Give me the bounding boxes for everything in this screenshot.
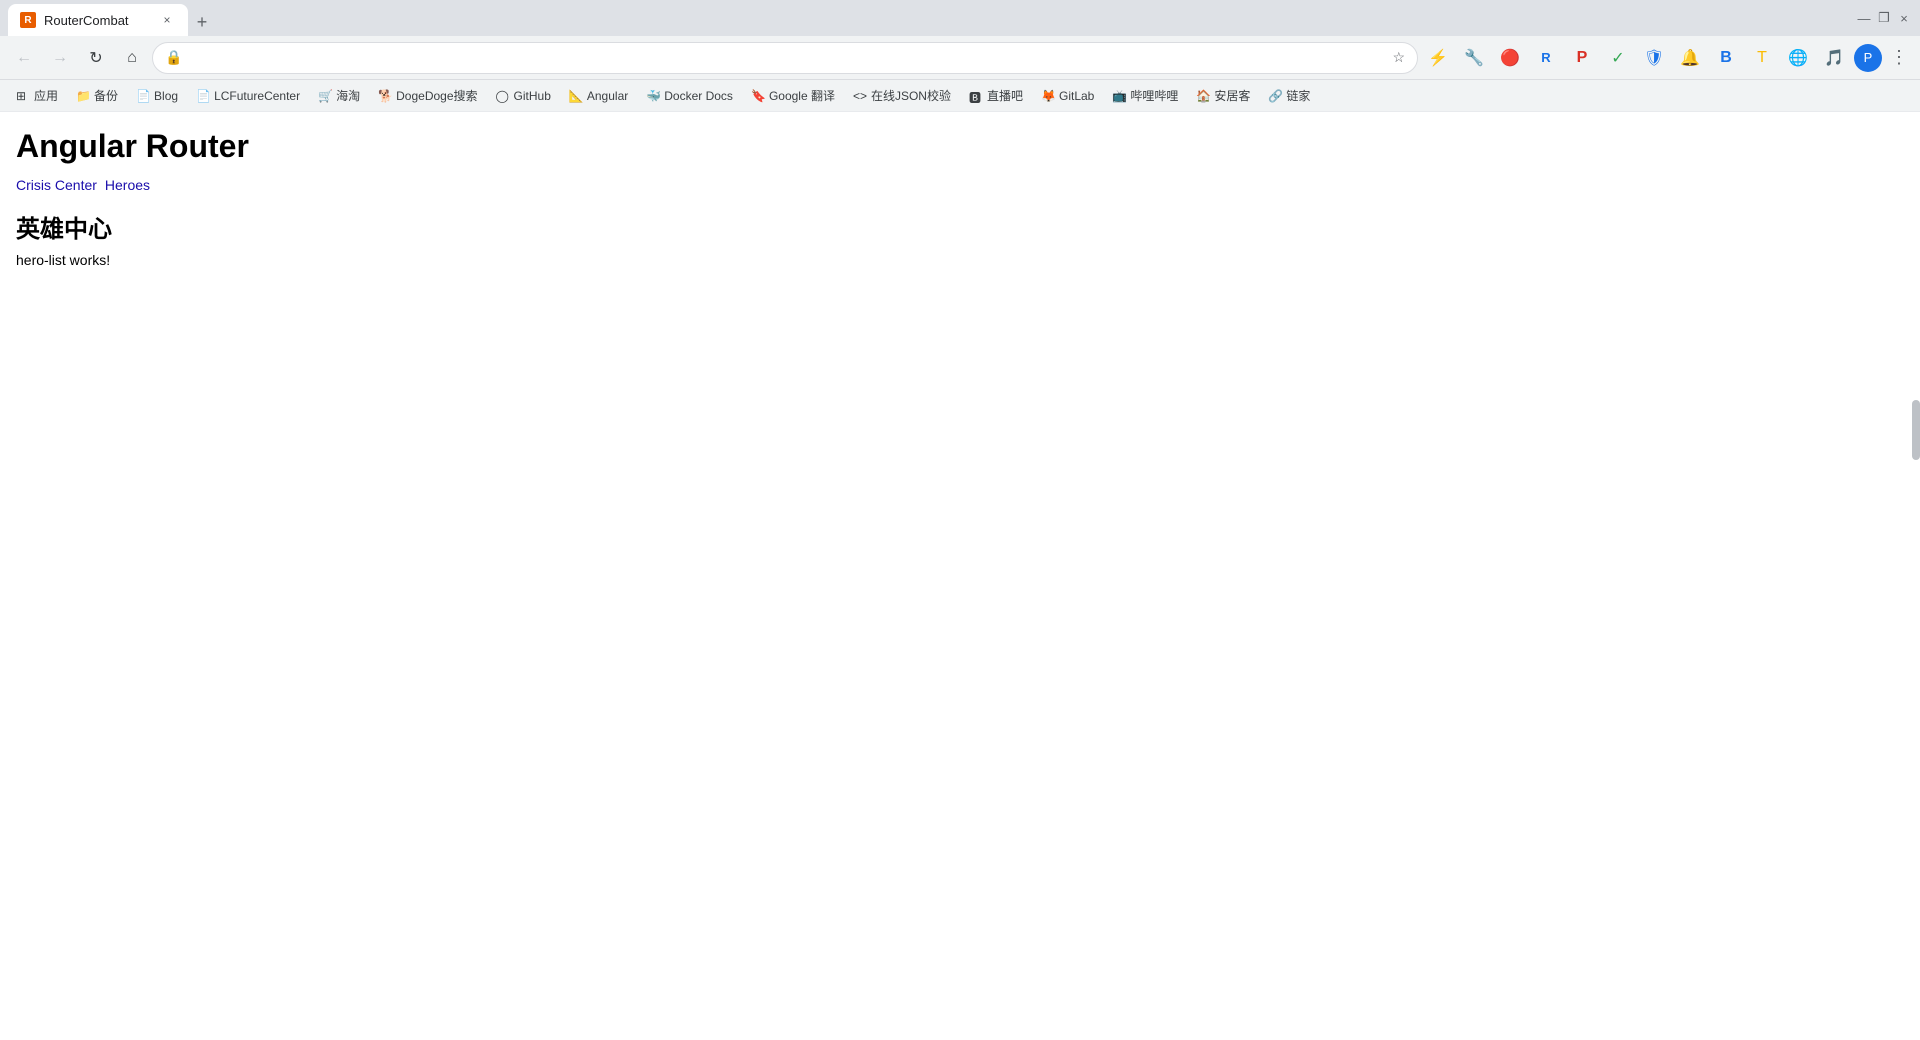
- bookmark-label: Angular: [587, 89, 628, 103]
- bookmark-apps[interactable]: ⊞ 应用: [8, 83, 66, 108]
- bookmark-bilibili[interactable]: 📺 哔哩哔哩: [1104, 83, 1186, 108]
- extension-btn9[interactable]: B: [1710, 42, 1742, 74]
- doge-icon: 🐕: [378, 89, 392, 103]
- bookmark-zhibo[interactable]: 🅱 直播吧: [961, 83, 1031, 108]
- url-input[interactable]: localhost:4200/heroes: [190, 50, 1384, 66]
- page-title: Angular Router: [16, 128, 1904, 165]
- lock-icon: 🔒: [165, 49, 182, 66]
- address-bar[interactable]: 🔒 localhost:4200/heroes ☆: [152, 42, 1418, 74]
- bookmark-label: DogeDoge搜索: [396, 87, 477, 104]
- bookmark-label: Google 翻译: [769, 87, 835, 104]
- bookmark-json[interactable]: <> 在线JSON校验: [845, 83, 959, 108]
- bookmark-label: GitLab: [1059, 89, 1094, 103]
- bookmark-label: 应用: [34, 87, 58, 104]
- bookmark-gitlab[interactable]: 🦊 GitLab: [1033, 85, 1102, 107]
- bookmark-label: 链家: [1286, 87, 1310, 104]
- back-icon: ←: [16, 49, 32, 67]
- app-nav-links: Crisis Center Heroes: [16, 177, 1904, 193]
- bookmark-angular[interactable]: 📐 Angular: [561, 85, 636, 107]
- extension-icons: ⚡ 🔧 🔴 R P ✓ 🛡 🔔 B T 🌐 🎵 P ⋮: [1422, 42, 1912, 74]
- extension-btn10[interactable]: T: [1746, 42, 1778, 74]
- bookmark-anju[interactable]: 🏠 安居客: [1188, 83, 1258, 108]
- crisis-center-link[interactable]: Crisis Center: [16, 177, 97, 193]
- translate-icon: 🔖: [751, 89, 765, 103]
- bookmark-label: Docker Docs: [664, 89, 733, 103]
- extension-btn11[interactable]: 🌐: [1782, 42, 1814, 74]
- apps-icon: ⊞: [16, 89, 30, 103]
- more-options-button[interactable]: ⋮: [1886, 43, 1912, 72]
- zhibo-icon: 🅱: [969, 89, 983, 103]
- bookmark-label: 海淘: [336, 87, 360, 104]
- bookmark-haitao[interactable]: 🛒 海淘: [310, 83, 368, 108]
- bookmark-backup[interactable]: 📁 备份: [68, 83, 126, 108]
- angular-icon: 📐: [569, 89, 583, 103]
- doc-icon2: 📄: [196, 89, 210, 103]
- forward-icon: →: [52, 49, 68, 67]
- reload-button[interactable]: ↻: [80, 42, 112, 74]
- section-title: 英雄中心: [16, 209, 1904, 244]
- minimize-button[interactable]: —: [1856, 10, 1872, 26]
- bookmark-label: GitHub: [514, 89, 551, 103]
- navigation-bar: ← → ↻ ⌂ 🔒 localhost:4200/heroes ☆ ⚡ 🔧 🔴 …: [0, 36, 1920, 80]
- browser-window: R RouterCombat × + — ❐ × ← → ↻ ⌂ 🔒 lo: [0, 0, 1920, 1040]
- gitlab-icon: 🦊: [1041, 89, 1055, 103]
- profile-letter: P: [1864, 50, 1873, 65]
- bookmark-star-icon[interactable]: ☆: [1392, 49, 1405, 66]
- new-tab-button[interactable]: +: [188, 8, 216, 36]
- anju-icon: 🏠: [1196, 89, 1210, 103]
- extension-btn6[interactable]: ✓: [1602, 42, 1634, 74]
- bilibili-icon: 📺: [1112, 89, 1126, 103]
- forward-button[interactable]: →: [44, 42, 76, 74]
- docker-icon: 🐳: [646, 89, 660, 103]
- extension-btn4[interactable]: R: [1530, 42, 1562, 74]
- component-text: hero-list works!: [16, 252, 1904, 268]
- profile-button[interactable]: P: [1854, 44, 1882, 72]
- json-icon: <>: [853, 89, 867, 103]
- bookmark-label: LCFutureCenter: [214, 89, 300, 103]
- bookmark-lcfuture[interactable]: 📄 LCFutureCenter: [188, 85, 308, 107]
- active-tab[interactable]: R RouterCombat ×: [8, 4, 188, 36]
- extension-btn12[interactable]: 🎵: [1818, 42, 1850, 74]
- bookmarks-bar: ⊞ 应用 📁 备份 📄 Blog 📄 LCFutureCenter 🛒 海淘 🐕…: [0, 80, 1920, 112]
- tab-bar: R RouterCombat × +: [8, 0, 1848, 36]
- home-button[interactable]: ⌂: [116, 42, 148, 74]
- folder-icon: 📁: [76, 89, 90, 103]
- close-button[interactable]: ×: [1896, 10, 1912, 26]
- extension-btn3[interactable]: 🔴: [1494, 42, 1526, 74]
- scrollbar[interactable]: [1912, 400, 1920, 460]
- tab-favicon: R: [20, 12, 36, 28]
- maximize-button[interactable]: ❐: [1876, 10, 1892, 26]
- extension-btn8[interactable]: 🔔: [1674, 42, 1706, 74]
- home-icon: ⌂: [127, 49, 137, 67]
- back-button[interactable]: ←: [8, 42, 40, 74]
- bookmark-blog[interactable]: 📄 Blog: [128, 85, 186, 107]
- reload-icon: ↻: [89, 48, 102, 68]
- shop-icon: 🛒: [318, 89, 332, 103]
- lian-icon: 🔗: [1268, 89, 1282, 103]
- extensions-btn2[interactable]: 🔧: [1458, 42, 1490, 74]
- bookmark-label: 直播吧: [987, 87, 1023, 104]
- bookmark-label: 哔哩哔哩: [1130, 87, 1178, 104]
- extension-btn7[interactable]: 🛡: [1638, 42, 1670, 74]
- bookmark-github[interactable]: ◯ GitHub: [488, 85, 559, 107]
- doc-icon: 📄: [136, 89, 150, 103]
- extension-btn5[interactable]: P: [1566, 42, 1598, 74]
- heroes-link[interactable]: Heroes: [105, 177, 150, 193]
- github-icon: ◯: [496, 89, 510, 103]
- bookmark-docker[interactable]: 🐳 Docker Docs: [638, 85, 741, 107]
- tab-title: RouterCombat: [44, 13, 150, 28]
- bookmark-dogedoge[interactable]: 🐕 DogeDoge搜索: [370, 83, 485, 108]
- bookmark-label: 安居客: [1214, 87, 1250, 104]
- bookmark-lian[interactable]: 🔗 链家: [1260, 83, 1318, 108]
- window-controls: — ❐ ×: [1856, 10, 1912, 26]
- tab-close-button[interactable]: ×: [158, 11, 176, 29]
- extensions-button[interactable]: ⚡: [1422, 42, 1454, 74]
- page-content: Angular Router Crisis Center Heroes 英雄中心…: [0, 112, 1920, 1040]
- bookmark-google-translate[interactable]: 🔖 Google 翻译: [743, 83, 843, 108]
- bookmark-label: Blog: [154, 89, 178, 103]
- title-bar: R RouterCombat × + — ❐ ×: [0, 0, 1920, 36]
- bookmark-label: 在线JSON校验: [871, 87, 951, 104]
- bookmark-label: 备份: [94, 87, 118, 104]
